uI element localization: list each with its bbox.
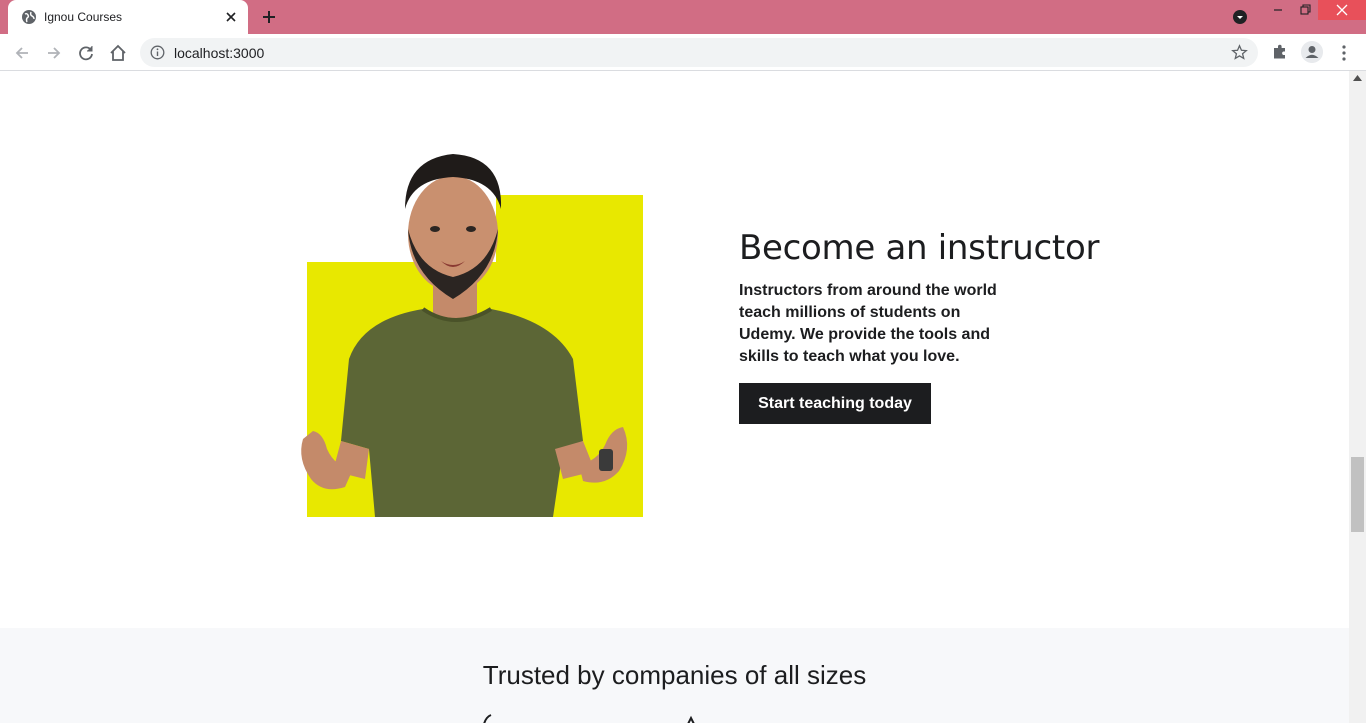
company-logo xyxy=(483,714,492,723)
profile-avatar[interactable] xyxy=(1301,41,1323,63)
page-viewport: Become an instructor Instructors from ar… xyxy=(0,71,1349,723)
trusted-section: Trusted by companies of all sizes xyxy=(0,628,1349,723)
window-close-button[interactable] xyxy=(1318,0,1366,20)
hero-text: Become an instructor Instructors from ar… xyxy=(739,228,1139,368)
browser-toolbar: localhost:3000 xyxy=(0,34,1366,71)
scroll-thumb[interactable] xyxy=(1351,457,1364,532)
company-logo xyxy=(687,715,695,723)
hero-title: Become an instructor xyxy=(739,228,1100,268)
tab-strip: Ignou Courses xyxy=(0,0,1366,34)
arrow-right-icon[interactable] xyxy=(44,43,64,63)
instructor-image xyxy=(301,154,643,517)
reload-icon[interactable] xyxy=(76,43,96,63)
address-bar[interactable]: localhost:3000 xyxy=(140,38,1258,67)
restore-icon[interactable] xyxy=(1292,0,1318,20)
puzzle-icon[interactable] xyxy=(1270,42,1290,62)
home-icon[interactable] xyxy=(108,43,128,63)
person-icon xyxy=(1301,41,1323,63)
globe-icon xyxy=(22,10,36,24)
chevron-down-icon[interactable] xyxy=(1232,9,1248,25)
url-text[interactable]: localhost:3000 xyxy=(174,45,264,61)
start-teaching-button[interactable]: Start teaching today xyxy=(739,383,931,424)
trusted-title: Trusted by companies of all sizes xyxy=(482,660,867,690)
dots-vertical-icon[interactable] xyxy=(1334,43,1354,63)
scroll-up-icon[interactable] xyxy=(1353,75,1362,81)
arrow-left-icon[interactable] xyxy=(12,43,32,63)
plus-icon[interactable] xyxy=(260,8,278,26)
tab-title: Ignou Courses xyxy=(44,10,123,24)
browser-tab[interactable]: Ignou Courses xyxy=(8,0,248,34)
close-icon[interactable] xyxy=(223,9,239,25)
page-scrollbar[interactable] xyxy=(1349,71,1366,723)
close-icon xyxy=(1336,4,1348,16)
star-icon[interactable] xyxy=(1231,44,1248,61)
info-icon[interactable] xyxy=(150,45,165,60)
hero-description: Instructors from around the world teach … xyxy=(739,282,997,365)
minimize-icon[interactable] xyxy=(1264,0,1292,20)
